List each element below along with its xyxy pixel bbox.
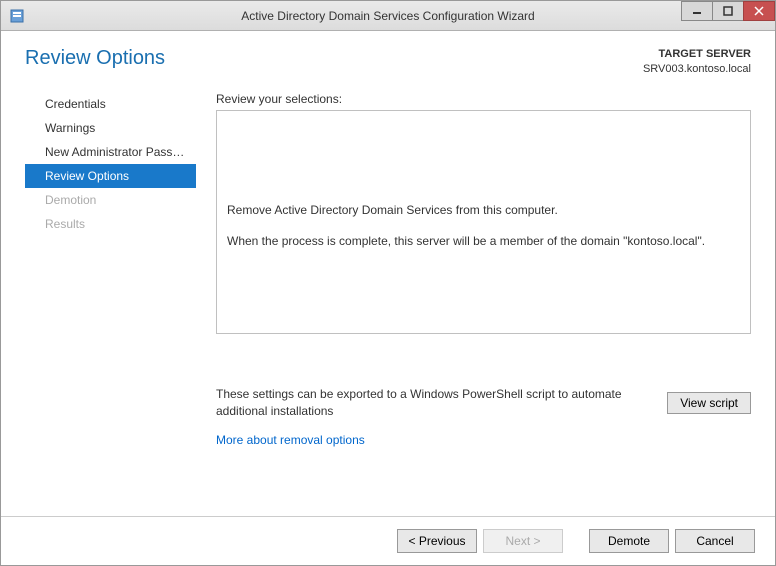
target-server-label: TARGET SERVER xyxy=(643,47,751,62)
export-description: These settings can be exported to a Wind… xyxy=(216,386,655,420)
sidebar: Credentials Warnings New Administrator P… xyxy=(1,92,196,506)
app-icon xyxy=(9,8,25,24)
header: Review Options TARGET SERVER SRV003.kont… xyxy=(1,31,775,86)
export-row: These settings can be exported to a Wind… xyxy=(216,386,751,420)
main-panel: Review your selections: Remove Active Di… xyxy=(196,92,775,506)
minimize-button[interactable] xyxy=(681,1,713,21)
selection-text-line: Remove Active Directory Domain Services … xyxy=(227,201,740,220)
titlebar: Active Directory Domain Services Configu… xyxy=(1,1,775,31)
sidebar-item-warnings[interactable]: Warnings xyxy=(19,116,196,140)
sidebar-item-new-admin-password[interactable]: New Administrator Passw... xyxy=(19,140,196,164)
view-script-button[interactable]: View script xyxy=(667,392,751,414)
selections-label: Review your selections: xyxy=(216,92,751,106)
previous-button[interactable]: < Previous xyxy=(397,529,477,553)
sidebar-item-demotion: Demotion xyxy=(19,188,196,212)
sidebar-item-credentials[interactable]: Credentials xyxy=(19,92,196,116)
more-about-link[interactable]: More about removal options xyxy=(216,433,751,447)
maximize-button[interactable] xyxy=(712,1,744,21)
cancel-button[interactable]: Cancel xyxy=(675,529,755,553)
window-title: Active Directory Domain Services Configu… xyxy=(241,9,534,23)
footer: < Previous Next > Demote Cancel xyxy=(1,516,775,565)
window-controls xyxy=(682,1,775,21)
sidebar-item-review-options[interactable]: Review Options xyxy=(25,164,196,188)
page-title: Review Options xyxy=(25,47,165,70)
demote-button[interactable]: Demote xyxy=(589,529,669,553)
target-server-name: SRV003.kontoso.local xyxy=(643,62,751,77)
selections-textbox[interactable]: Remove Active Directory Domain Services … xyxy=(216,110,751,334)
content: Credentials Warnings New Administrator P… xyxy=(1,86,775,506)
selection-text-line: When the process is complete, this serve… xyxy=(227,232,740,251)
sidebar-item-results: Results xyxy=(19,212,196,236)
target-server-info: TARGET SERVER SRV003.kontoso.local xyxy=(643,47,751,78)
next-button: Next > xyxy=(483,529,563,553)
close-button[interactable] xyxy=(743,1,775,21)
